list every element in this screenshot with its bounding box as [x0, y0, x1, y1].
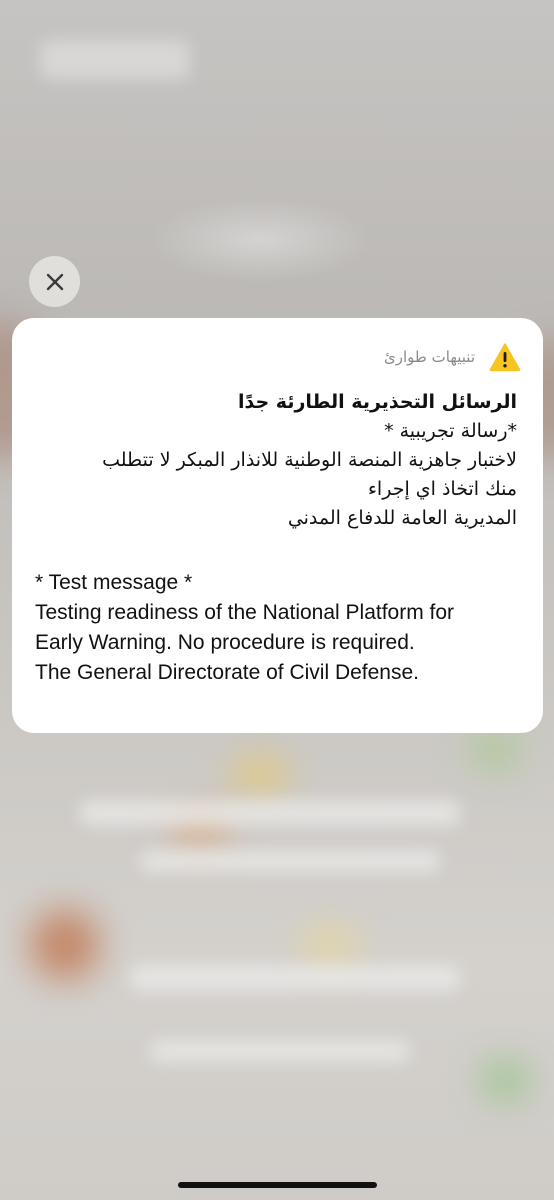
close-button[interactable] [29, 256, 80, 307]
arabic-line: منك اتخاذ اي إجراء [368, 478, 517, 500]
english-line: * Test message * [35, 571, 193, 594]
english-line: The General Directorate of Civil Defense… [35, 661, 419, 684]
warning-triangle-icon [489, 343, 521, 372]
app-name: تنبيهات طوارئ [384, 348, 475, 366]
close-icon [46, 273, 63, 290]
notification-header: تنبيهات طوارئ [384, 340, 521, 374]
english-line: Testing readiness of the National Platfo… [35, 601, 455, 624]
arabic-line: المديرية العامة للدفاع المدني [287, 507, 517, 529]
emergency-alert-notification[interactable]: تنبيهات طوارئ الرسائل التحذيرية الطارئة … [12, 318, 543, 733]
arabic-line: لاختبار جاهزية المنصة الوطنية للانذار ال… [102, 449, 517, 471]
arabic-message: الرسائل التحذيرية الطارئة جدًا *رسالة تج… [27, 388, 517, 533]
home-indicator[interactable] [178, 1182, 377, 1188]
english-message: * Test message * Testing readiness of th… [35, 568, 530, 688]
arabic-line: *رسالة تجريبية * [384, 420, 517, 442]
notification-title: الرسائل التحذيرية الطارئة جدًا [238, 391, 517, 413]
english-line: Early Warning. No procedure is required. [35, 631, 415, 654]
